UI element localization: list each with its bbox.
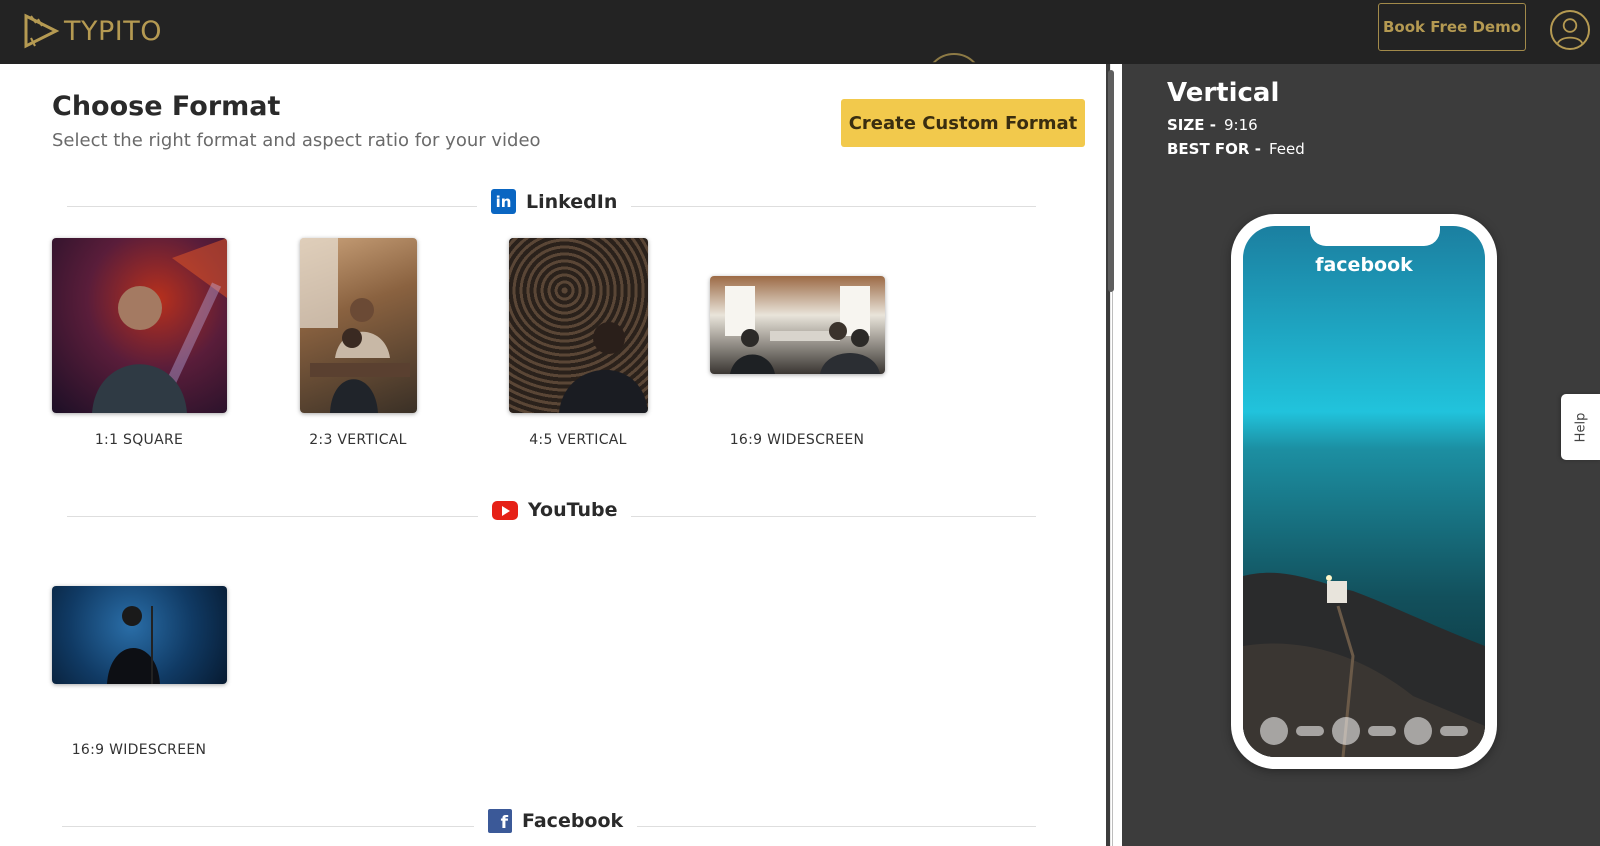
scrollbar-thumb[interactable] <box>1108 70 1114 292</box>
book-demo-button[interactable]: Book Free Demo <box>1378 3 1526 51</box>
youtube-icon <box>492 500 518 520</box>
linkedin-icon: in <box>491 189 516 214</box>
brand-name: TYPITO <box>64 15 162 47</box>
format-thumbnail <box>509 238 648 413</box>
size-label: SIZE - <box>1167 116 1216 134</box>
preview-title: Vertical <box>1167 78 1280 108</box>
help-label: Help <box>1572 412 1588 442</box>
best-for-value: Feed <box>1268 140 1305 158</box>
phone-screen: facebook <box>1243 226 1485 757</box>
section-header-youtube: YouTube <box>478 499 632 521</box>
format-label: 16:9 WIDESCREEN <box>729 432 865 448</box>
format-label: 4:5 VERTICAL <box>529 432 627 448</box>
preview-best-for: BEST FOR - Feed <box>1167 140 1305 158</box>
film-clapper-icon <box>24 13 60 49</box>
story-progress <box>1243 717 1485 745</box>
section-header-facebook: f Facebook <box>474 809 638 833</box>
facebook-wordmark: facebook <box>1315 254 1413 276</box>
best-for-label: BEST FOR - <box>1167 140 1261 158</box>
section-title: Facebook <box>522 810 624 832</box>
format-list-panel: Choose Format Select the right format an… <box>0 64 1106 846</box>
preview-size: SIZE - 9:16 <box>1167 116 1258 134</box>
section-header-linkedin: in LinkedIn <box>477 189 632 214</box>
size-value: 9:16 <box>1223 116 1258 134</box>
typito-logo[interactable]: TYPITO <box>22 12 162 50</box>
scrollbar-guide <box>1112 292 1113 846</box>
format-thumbnail <box>52 238 227 413</box>
help-tab[interactable]: Help <box>1561 394 1600 460</box>
user-avatar-icon[interactable] <box>1550 10 1590 50</box>
format-label: 1:1 SQUARE <box>94 432 184 448</box>
page-subtitle: Select the right format and aspect ratio… <box>52 130 541 151</box>
section-title: YouTube <box>528 499 618 521</box>
format-label: 2:3 VERTICAL <box>309 432 407 448</box>
preview-image <box>1243 226 1485 757</box>
format-label: 16:9 WIDESCREEN <box>71 742 207 758</box>
section-title: LinkedIn <box>526 190 618 213</box>
page-title: Choose Format <box>52 91 281 122</box>
phone-mockup: facebook <box>1231 214 1497 769</box>
format-thumbnail <box>52 586 227 684</box>
facebook-icon: f <box>488 809 512 833</box>
format-preview-panel: Vertical SIZE - 9:16 BEST FOR - Feed face… <box>1123 64 1600 846</box>
create-custom-format-button[interactable]: Create Custom Format <box>841 99 1085 147</box>
format-thumbnail <box>300 238 417 413</box>
top-bar: TYPITO Book Free Demo <box>0 0 1600 64</box>
phone-notch <box>1310 226 1440 246</box>
format-thumbnail <box>710 276 885 374</box>
